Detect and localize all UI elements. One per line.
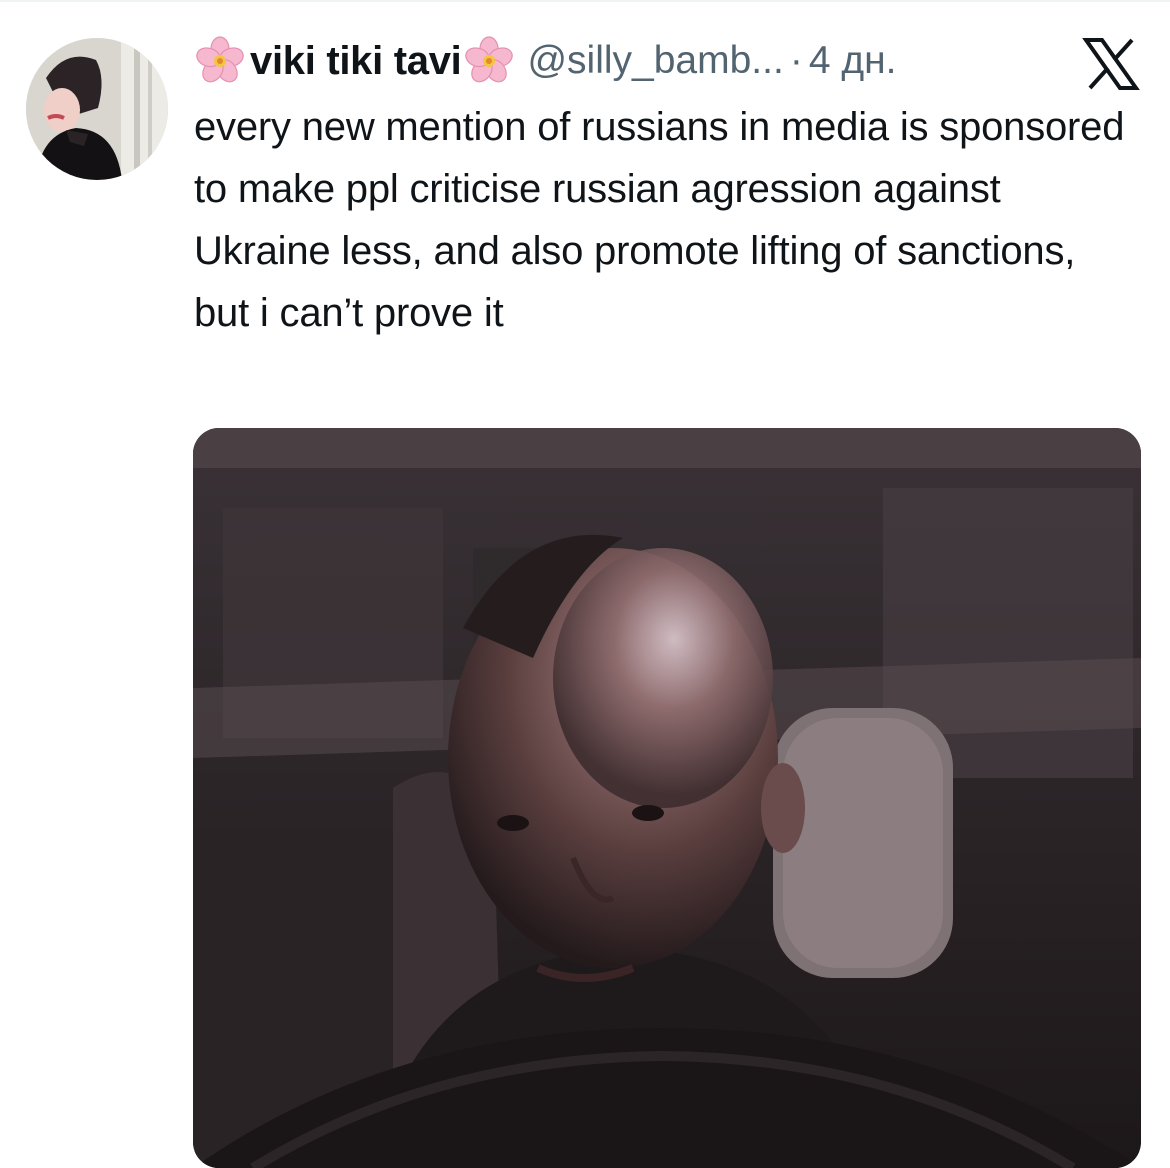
avatar[interactable] bbox=[26, 38, 168, 180]
tweet-media-image[interactable] bbox=[193, 428, 1141, 1168]
cherry-blossom-icon bbox=[463, 35, 515, 87]
user-handle[interactable]: @silly_bamb... bbox=[527, 39, 783, 83]
tweet-header: viki tiki tavi @silly_bamb... · 4 дн. bbox=[194, 30, 1154, 92]
separator-dot: · bbox=[789, 39, 803, 82]
tweet-text: every new mention of russians in media i… bbox=[194, 105, 1125, 335]
timestamp[interactable]: 4 дн. bbox=[809, 39, 897, 83]
cherry-blossom-icon bbox=[194, 35, 246, 87]
x-logo-icon[interactable] bbox=[1082, 38, 1140, 90]
display-name[interactable]: viki tiki tavi bbox=[250, 39, 462, 84]
top-divider bbox=[0, 0, 1170, 2]
